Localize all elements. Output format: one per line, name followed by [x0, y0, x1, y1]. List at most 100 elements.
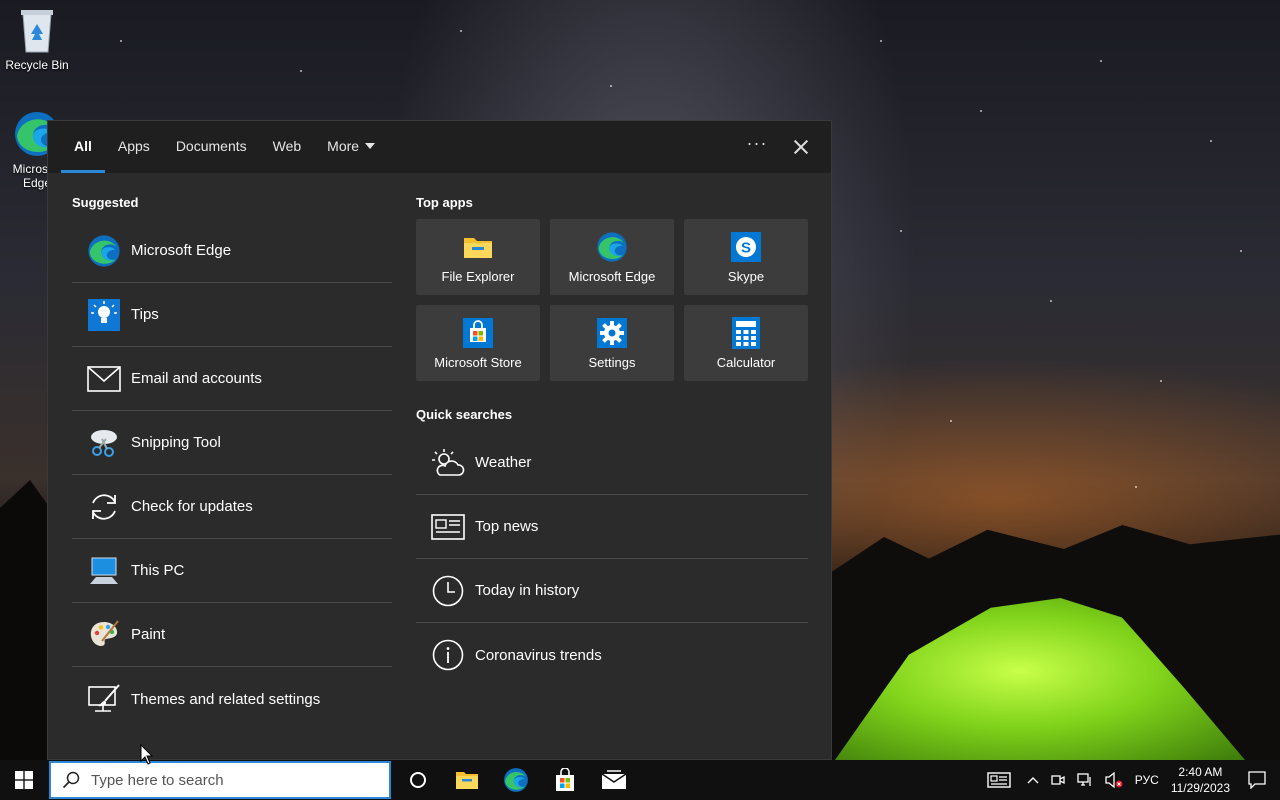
skype-icon: S	[730, 231, 762, 263]
chevron-down-icon	[365, 143, 376, 149]
folder-icon	[455, 772, 478, 789]
camera-icon	[1051, 775, 1065, 785]
suggested-item-label: Tips	[131, 306, 159, 323]
news-icon	[431, 510, 465, 544]
suggested-item-label: Email and accounts	[131, 370, 262, 387]
tab-apps[interactable]: Apps	[105, 121, 163, 173]
taskbar-microsoft-store[interactable]	[540, 760, 589, 800]
mail-icon	[601, 770, 626, 789]
folder-icon	[462, 231, 494, 263]
tile-label: File Explorer	[441, 268, 515, 284]
top-app-settings[interactable]: Settings	[550, 305, 674, 381]
edge-icon	[87, 234, 121, 268]
quick-search-label: Coronavirus trends	[475, 646, 602, 664]
taskbar-file-explorer[interactable]	[442, 760, 491, 800]
clock-time: 2:40 AM	[1178, 765, 1223, 779]
network-button[interactable]	[1071, 760, 1099, 800]
quick-search-weather[interactable]: Weather	[416, 431, 808, 495]
search-tab-bar: All Apps Documents Web More ···	[48, 121, 831, 173]
tile-label: Skype	[727, 268, 765, 284]
taskbar-mail[interactable]	[589, 760, 638, 800]
suggested-list: Microsoft Edge Tips Email and accounts S…	[72, 219, 392, 731]
quick-search-top-news[interactable]: Top news	[416, 495, 808, 559]
clock[interactable]: 2:40 AM 11/29/2023	[1165, 760, 1236, 800]
lightbulb-icon	[87, 298, 121, 332]
edge-icon	[503, 768, 528, 792]
search-icon	[51, 771, 91, 789]
taskbar-microsoft-edge[interactable]	[491, 760, 540, 800]
envelope-icon	[87, 362, 121, 396]
cortana-button[interactable]	[393, 760, 442, 800]
recycle-bin-icon	[17, 6, 57, 54]
info-icon	[431, 638, 465, 672]
close-button[interactable]	[789, 135, 813, 159]
top-app-file-explorer[interactable]: File Explorer	[416, 219, 540, 295]
edge-icon	[596, 231, 628, 263]
mouse-cursor	[140, 744, 154, 765]
volume-muted-icon	[1105, 772, 1123, 788]
weather-icon	[431, 446, 465, 480]
computer-icon	[87, 554, 121, 588]
top-app-skype[interactable]: S Skype	[684, 219, 808, 295]
quick-searches-heading: Quick searches	[416, 407, 513, 422]
taskbar: РУС 2:40 AM 11/29/2023	[0, 760, 1280, 800]
more-options-button[interactable]: ···	[745, 134, 769, 156]
gear-icon	[596, 317, 628, 349]
news-and-interests-button[interactable]	[977, 760, 1021, 800]
clock-date: 11/29/2023	[1170, 781, 1230, 795]
svg-text:S: S	[741, 239, 751, 256]
top-apps-grid: File Explorer Microsoft Edge S Skype Mic…	[416, 219, 808, 381]
tile-label: Calculator	[716, 354, 776, 370]
meet-now-button[interactable]	[1045, 760, 1071, 800]
suggested-heading: Suggested	[72, 195, 139, 210]
suggested-item-label: This PC	[131, 562, 185, 579]
tab-more-label: More	[327, 138, 360, 154]
tab-documents[interactable]: Documents	[163, 121, 260, 173]
suggested-item-this-pc[interactable]: This PC	[72, 539, 392, 603]
network-icon	[1077, 773, 1091, 786]
show-hidden-icons-button[interactable]	[1021, 760, 1045, 800]
tab-all[interactable]: All	[61, 121, 105, 173]
cortana-circle-icon	[409, 772, 426, 788]
clock-icon	[431, 574, 465, 608]
quick-searches-list: Weather Top news Today in history Corona…	[416, 431, 808, 687]
suggested-item-snipping-tool[interactable]: Snipping Tool	[72, 411, 392, 475]
top-app-microsoft-edge[interactable]: Microsoft Edge	[550, 219, 674, 295]
volume-button[interactable]	[1099, 760, 1129, 800]
mountain-silhouette	[0, 480, 50, 760]
desktop-icon-label: Recycle Bin	[5, 58, 69, 72]
tab-web[interactable]: Web	[260, 121, 315, 173]
palette-icon	[87, 618, 121, 652]
store-icon	[462, 317, 494, 349]
quick-search-label: Top news	[475, 518, 539, 535]
scissors-icon	[87, 426, 121, 460]
top-app-calculator[interactable]: Calculator	[684, 305, 808, 381]
store-icon	[555, 768, 574, 791]
windows-logo-icon	[15, 771, 33, 789]
notification-icon	[1248, 771, 1266, 789]
search-input[interactable]	[91, 771, 371, 789]
suggested-item-label: Paint	[131, 626, 166, 643]
news-icon	[987, 772, 1011, 788]
chevron-up-icon	[1027, 777, 1039, 784]
tab-more[interactable]: More	[314, 121, 388, 173]
brush-icon	[87, 682, 121, 716]
suggested-item-tips[interactable]: Tips	[72, 283, 392, 347]
quick-search-coronavirus-trends[interactable]: Coronavirus trends	[416, 623, 808, 687]
suggested-item-themes-and-related-settings[interactable]: Themes and related settings	[72, 667, 392, 731]
quick-search-label: Today in history	[475, 582, 580, 599]
suggested-item-label: Snipping Tool	[131, 434, 221, 451]
quick-search-today-in-history[interactable]: Today in history	[416, 559, 808, 623]
input-language-indicator[interactable]: РУС	[1129, 760, 1165, 800]
suggested-item-label: Microsoft Edge	[131, 242, 232, 259]
top-app-microsoft-store[interactable]: Microsoft Store	[416, 305, 540, 381]
system-tray: РУС 2:40 AM 11/29/2023	[977, 760, 1280, 800]
taskbar-search-box[interactable]	[49, 761, 391, 799]
action-center-button[interactable]	[1236, 760, 1280, 800]
suggested-item-microsoft-edge[interactable]: Microsoft Edge	[72, 219, 392, 283]
start-button[interactable]	[0, 760, 48, 800]
suggested-item-paint[interactable]: Paint	[72, 603, 392, 667]
suggested-item-email-and-accounts[interactable]: Email and accounts	[72, 347, 392, 411]
desktop-icon-recycle-bin[interactable]: Recycle Bin	[0, 6, 74, 72]
suggested-item-check-for-updates[interactable]: Check for updates	[72, 475, 392, 539]
